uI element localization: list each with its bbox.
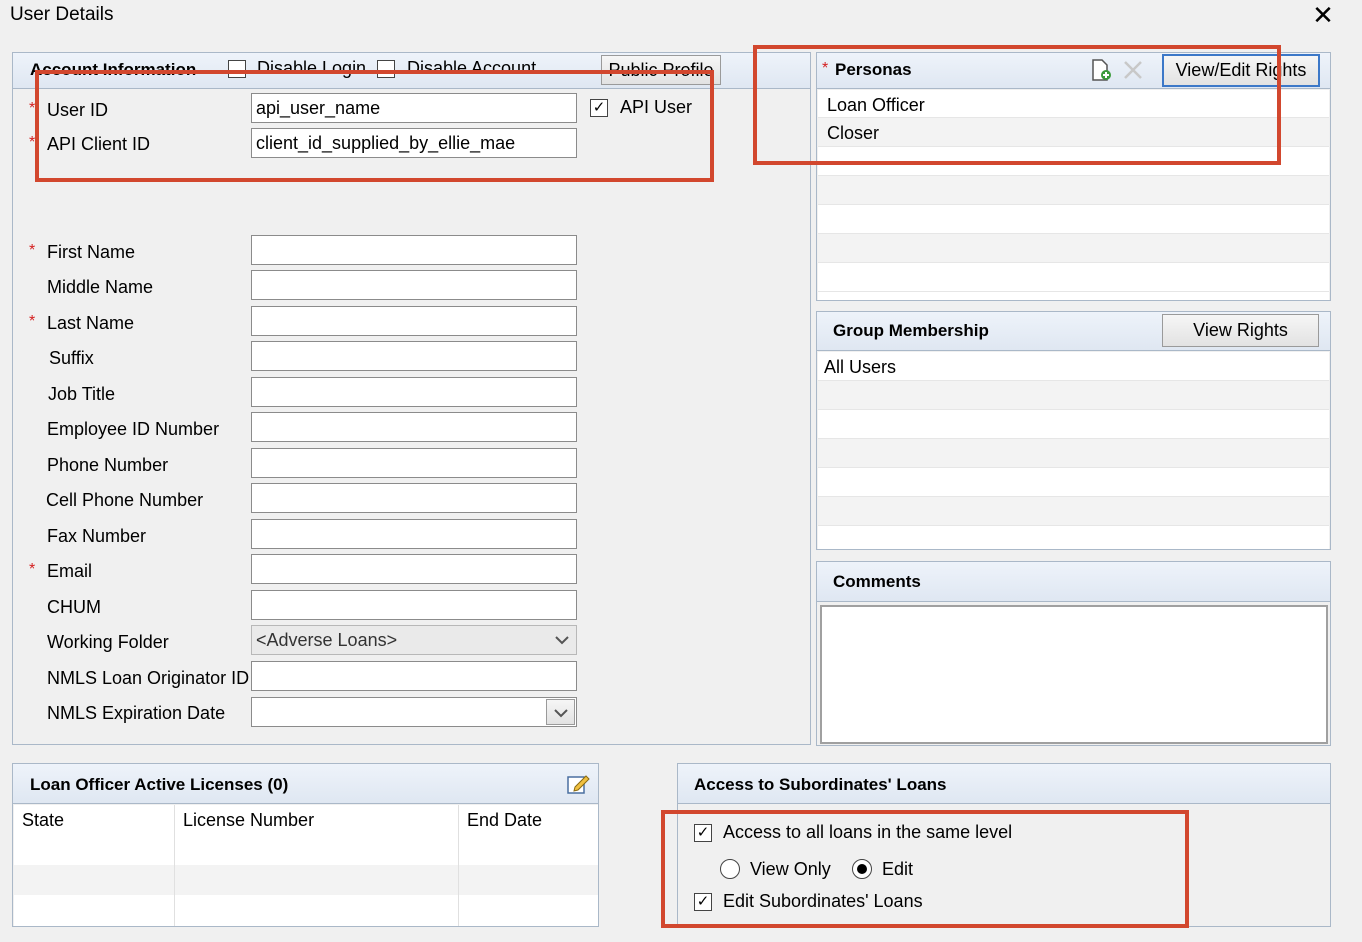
group-list xyxy=(818,352,1329,549)
disable-login-checkbox[interactable] xyxy=(228,60,246,78)
add-persona-icon[interactable] xyxy=(1089,58,1113,82)
chum-field[interactable] xyxy=(251,590,577,620)
middle-name-label: Middle Name xyxy=(47,277,154,297)
personas-panel xyxy=(816,52,1331,301)
group-all-users: All Users xyxy=(824,357,897,377)
required-marker: * xyxy=(29,313,36,330)
view-only-radio[interactable] xyxy=(720,859,740,879)
personas-header-label: Personas xyxy=(835,60,912,79)
working-folder-label: Working Folder xyxy=(47,632,169,652)
chum-label: CHUM xyxy=(47,597,101,617)
subordinates-label: Access to Subordinates' Loans xyxy=(694,775,947,794)
list-row-empty xyxy=(818,176,1329,205)
required-marker: * xyxy=(29,100,36,117)
suffix-label: Suffix xyxy=(49,348,94,368)
table-divider xyxy=(458,805,459,926)
edit-subordinates-checkbox[interactable]: ✓ xyxy=(694,893,712,911)
api-client-id-label: API Client ID xyxy=(47,134,151,154)
column-header-state: State xyxy=(22,810,65,830)
public-profile-button[interactable]: Public Profile xyxy=(601,55,721,85)
disable-account-label: Disable Account xyxy=(407,58,537,78)
nmls-exp-label: NMLS Expiration Date xyxy=(47,703,226,723)
comments-textarea[interactable] xyxy=(820,605,1328,744)
access-all-label: Access to all loans in the same level xyxy=(723,822,1013,842)
view-rights-button[interactable]: View Rights xyxy=(1162,314,1319,347)
chevron-down-icon xyxy=(553,709,568,718)
delete-persona-icon[interactable] xyxy=(1121,58,1145,82)
api-user-label: API User xyxy=(620,97,693,117)
column-header-end-date: End Date xyxy=(467,810,543,830)
table-divider xyxy=(174,805,175,926)
last-name-field[interactable] xyxy=(251,306,577,336)
list-row-empty xyxy=(818,381,1329,410)
date-picker-button[interactable] xyxy=(546,699,575,725)
persona-loan-officer: Loan Officer xyxy=(827,95,925,115)
list-row-empty xyxy=(818,410,1329,439)
phone-field[interactable] xyxy=(251,448,577,478)
job-title-label: Job Title xyxy=(48,384,116,404)
last-name-label: Last Name xyxy=(47,313,135,333)
api-client-id-field[interactable]: client_id_supplied_by_ellie_mae xyxy=(251,128,577,158)
group-membership-label: Group Membership xyxy=(833,321,989,340)
access-all-checkbox[interactable]: ✓ xyxy=(694,824,712,842)
working-folder-select[interactable]: <Adverse Loans> xyxy=(251,625,577,655)
api-user-checkbox[interactable]: ✓ xyxy=(590,99,608,117)
persona-closer: Closer xyxy=(827,123,880,143)
view-only-label: View Only xyxy=(750,859,831,879)
disable-login-label: Disable Login xyxy=(257,58,367,78)
user-id-field[interactable]: api_user_name xyxy=(251,93,577,123)
chevron-down-icon[interactable] xyxy=(552,630,572,650)
edit-radio[interactable] xyxy=(852,859,872,879)
nmls-id-field[interactable] xyxy=(251,661,577,691)
user-id-label: User ID xyxy=(47,100,109,120)
edit-licenses-icon[interactable] xyxy=(565,771,591,797)
personas-list xyxy=(818,90,1329,300)
list-row-empty xyxy=(818,263,1329,292)
cell-phone-field[interactable] xyxy=(251,483,577,513)
table-row xyxy=(14,865,598,895)
nmls-exp-field[interactable] xyxy=(251,697,577,727)
disable-account-checkbox[interactable] xyxy=(377,60,395,78)
required-marker: * xyxy=(29,134,36,151)
list-row-empty xyxy=(818,147,1329,176)
window-title: User Details xyxy=(10,4,114,25)
fax-label: Fax Number xyxy=(47,526,147,546)
list-row-empty xyxy=(818,205,1329,234)
first-name-label: First Name xyxy=(47,242,136,262)
employee-id-label: Employee ID Number xyxy=(47,419,220,439)
list-row-empty xyxy=(818,439,1329,468)
email-field[interactable] xyxy=(251,554,577,584)
view-edit-rights-button[interactable]: View/Edit Rights xyxy=(1162,54,1320,87)
first-name-field[interactable] xyxy=(251,235,577,265)
fax-field[interactable] xyxy=(251,519,577,549)
cell-phone-label: Cell Phone Number xyxy=(46,490,204,510)
email-label: Email xyxy=(47,561,93,581)
close-icon[interactable]: ✕ xyxy=(1308,0,1338,30)
required-marker: * xyxy=(822,60,829,77)
suffix-field[interactable] xyxy=(251,341,577,371)
comments-label: Comments xyxy=(833,572,921,591)
job-title-field[interactable] xyxy=(251,377,577,407)
list-row-empty xyxy=(818,497,1329,526)
account-header-label: Account Information xyxy=(30,60,197,79)
working-folder-value: <Adverse Loans> xyxy=(256,630,398,650)
column-header-license-number: License Number xyxy=(183,810,315,830)
phone-label: Phone Number xyxy=(47,455,169,475)
list-row-empty xyxy=(818,234,1329,263)
licenses-label: Loan Officer Active Licenses (0) xyxy=(30,775,289,794)
required-marker: * xyxy=(29,561,36,578)
edit-subordinates-label: Edit Subordinates' Loans xyxy=(723,891,923,911)
nmls-id-label: NMLS Loan Originator ID xyxy=(47,668,250,688)
middle-name-field[interactable] xyxy=(251,270,577,300)
edit-label: Edit xyxy=(882,859,914,879)
employee-id-field[interactable] xyxy=(251,412,577,442)
list-row-empty xyxy=(818,468,1329,497)
required-marker: * xyxy=(29,242,36,259)
list-item[interactable] xyxy=(818,118,1329,147)
